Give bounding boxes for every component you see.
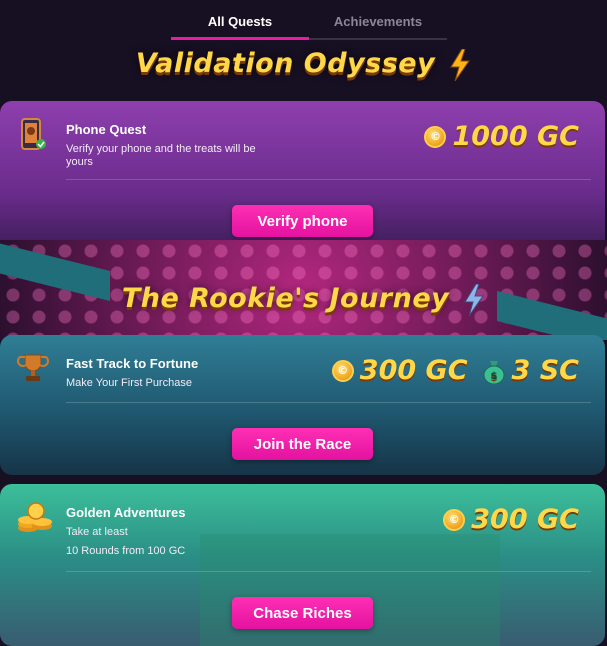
section-title-validation-odyssey: Validation Odyssey [0,48,607,81]
reward-gc-value: 300 GC [359,355,468,386]
divider [66,179,591,180]
divider [66,571,591,572]
coin-stack-icon [18,502,52,532]
quest-card-phone: Phone Quest Verify your phone and the tr… [0,101,605,253]
gold-coin-icon: © [331,359,354,382]
quest-card-golden-adventures: Golden Adventures Take at least 10 Round… [0,484,605,646]
quest-tabs: All Quests Achievements [171,8,447,40]
tab-all-quests[interactable]: All Quests [171,8,309,40]
phone-icon [21,118,46,150]
reward-gc-value: 1000 GC [452,121,579,152]
gold-coin-icon: © [424,125,447,148]
trophy-icon [17,354,49,381]
quest-description-line2: 10 Rounds from 100 GC [66,545,186,557]
reward-gc: © 1000 GC [424,121,579,152]
quest-description: Make Your First Purchase [66,377,192,389]
join-the-race-button[interactable]: Join the Race [232,428,373,460]
section-title-text: The Rookie's Journey [121,283,450,314]
quest-title: Golden Adventures [66,505,186,520]
tab-achievements[interactable]: Achievements [309,8,447,38]
section-title-rookies-journey: The Rookie's Journey [0,283,607,316]
divider [66,402,591,403]
reward-gc: © 300 GC [443,504,579,535]
chase-riches-button[interactable]: Chase Riches [232,597,373,629]
reward-sc-value: 3 SC [511,355,579,386]
quest-title: Phone Quest [66,122,147,137]
lightning-icon [450,48,471,81]
money-bag-icon: $ [483,360,505,384]
section-title-text: Validation Odyssey [135,48,436,79]
verify-phone-button[interactable]: Verify phone [232,205,373,237]
quest-description-line1: Take at least [66,526,128,538]
reward-group: © 300 GC $ 3 SC [331,355,579,386]
quest-description: Verify your phone and the treats will be… [66,143,256,168]
lightning-icon [464,283,485,316]
gold-coin-icon: © [443,508,466,531]
reward-gc-value: 300 GC [471,504,579,535]
quest-card-first-purchase: Fast Track to Fortune Make Your First Pu… [0,335,605,475]
svg-text:$: $ [490,371,497,382]
quest-title: Fast Track to Fortune [66,356,199,371]
